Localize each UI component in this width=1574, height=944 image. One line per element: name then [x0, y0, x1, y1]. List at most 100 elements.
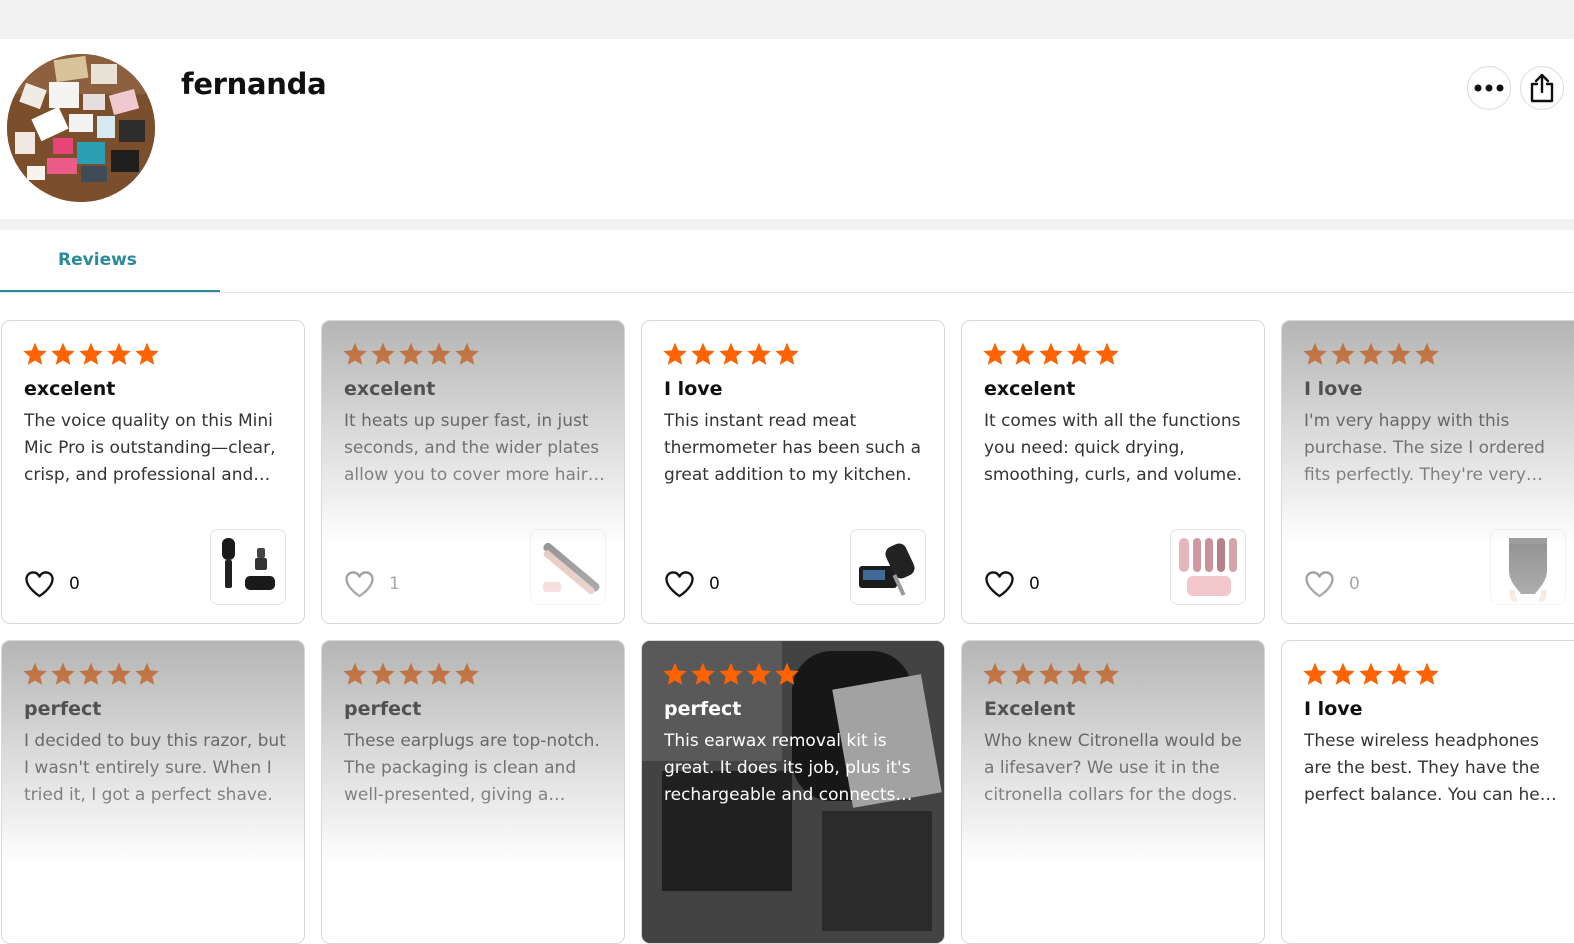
product-thumbnail[interactable] — [850, 529, 926, 605]
star-icon — [371, 662, 395, 685]
heart-icon — [665, 571, 694, 598]
star-icon — [1331, 662, 1355, 685]
heart-icon — [345, 571, 374, 598]
like-count: 0 — [709, 574, 720, 594]
product-thumbnail[interactable] — [530, 529, 606, 605]
star-rating — [22, 661, 160, 687]
review-card[interactable]: perfect This earwax removal kit is great.… — [641, 640, 945, 944]
like-control[interactable]: 0 — [24, 570, 80, 598]
review-card[interactable]: I love These wireless headphones are the … — [1281, 640, 1574, 944]
more-dots-icon — [1474, 84, 1504, 92]
star-icon — [1067, 662, 1091, 685]
flat-iron-thumb — [531, 530, 605, 604]
star-icon — [691, 342, 715, 365]
star-icon — [1387, 342, 1411, 365]
review-card[interactable]: Excelent Who knew Citronella would be a l… — [961, 640, 1265, 944]
product-thumbnail[interactable] — [210, 529, 286, 605]
star-icon — [51, 662, 75, 685]
review-title: I love — [1304, 378, 1363, 400]
star-icon — [1359, 662, 1383, 685]
star-icon — [1011, 342, 1035, 365]
star-icon — [135, 342, 159, 365]
star-icon — [663, 662, 687, 685]
like-control[interactable]: 0 — [1304, 570, 1360, 598]
section-separator — [0, 219, 1574, 230]
star-icon — [1303, 662, 1327, 685]
profile-header: fernanda — [0, 39, 1574, 219]
shapewear-thumb — [1491, 530, 1565, 604]
review-text: This instant read meat thermometer has b… — [664, 411, 922, 485]
star-icon — [1331, 342, 1355, 365]
star-icon — [79, 662, 103, 685]
star-rating — [662, 341, 800, 367]
heart-icon — [1305, 571, 1334, 598]
profile-username: fernanda — [181, 67, 327, 101]
review-text: I decided to buy this razor, but I wasn'… — [24, 731, 286, 805]
share-button[interactable] — [1520, 66, 1564, 110]
star-icon — [455, 662, 479, 685]
review-card[interactable]: I love This instant read meat thermometer… — [641, 320, 945, 624]
more-options-button[interactable] — [1467, 66, 1511, 110]
review-title: excelent — [24, 378, 116, 400]
review-card[interactable]: excelent It heats up super fast, in just … — [321, 320, 625, 624]
review-text: This earwax removal kit is great. It doe… — [664, 731, 911, 805]
like-count: 1 — [389, 574, 400, 594]
review-text: Who knew Citronella would be a lifesaver… — [984, 731, 1242, 805]
star-icon — [1039, 342, 1063, 365]
top-bar — [0, 0, 1574, 39]
star-rating — [662, 661, 800, 687]
review-title: I love — [1304, 698, 1363, 720]
review-title: excelent — [344, 378, 436, 400]
star-icon — [1067, 342, 1091, 365]
star-rating — [1302, 341, 1440, 367]
star-icon — [775, 342, 799, 365]
star-icon — [1011, 662, 1035, 685]
review-title: Excelent — [984, 698, 1076, 720]
avatar[interactable] — [7, 54, 155, 202]
star-icon — [23, 662, 47, 685]
review-text: These wireless headphones are the best. … — [1304, 731, 1558, 805]
like-count: 0 — [69, 574, 80, 594]
star-icon — [663, 342, 687, 365]
like-control[interactable]: 1 — [344, 570, 400, 598]
star-icon — [983, 662, 1007, 685]
review-card[interactable]: excelent The voice quality on this Mini M… — [1, 320, 305, 624]
star-icon — [719, 342, 743, 365]
review-text: These earplugs are top-notch. The packag… — [344, 731, 600, 805]
like-control[interactable]: 0 — [664, 570, 720, 598]
star-icon — [455, 342, 479, 365]
review-title: excelent — [984, 378, 1076, 400]
star-icon — [747, 662, 771, 685]
star-icon — [107, 342, 131, 365]
star-icon — [747, 342, 771, 365]
review-text: It heats up super fast, in just seconds,… — [344, 411, 600, 485]
like-control[interactable]: 0 — [984, 570, 1040, 598]
star-icon — [79, 342, 103, 365]
review-card[interactable]: I love I'm very happy with this purchase.… — [1281, 320, 1574, 624]
profile-tabs: Reviews — [0, 230, 1574, 293]
star-icon — [371, 342, 395, 365]
review-title: perfect — [24, 698, 102, 720]
star-icon — [1039, 662, 1063, 685]
star-icon — [1415, 342, 1439, 365]
star-icon — [107, 662, 131, 685]
product-thumbnail[interactable] — [1170, 529, 1246, 605]
star-icon — [399, 662, 423, 685]
star-icon — [983, 342, 1007, 365]
meat-thermometer-thumb — [851, 530, 925, 604]
review-text: The voice quality on this Mini Mic Pro i… — [24, 411, 276, 485]
star-icon — [719, 662, 743, 685]
review-card[interactable]: perfect These earplugs are top-notch. The… — [321, 640, 625, 944]
product-thumbnail[interactable] — [1490, 529, 1566, 605]
like-count: 0 — [1029, 574, 1040, 594]
tab-reviews[interactable]: Reviews — [0, 230, 220, 292]
star-icon — [343, 662, 367, 685]
review-text: I'm very happy with this purchase. The s… — [1304, 411, 1545, 485]
review-card[interactable]: perfect I decided to buy this razor, but … — [1, 640, 305, 944]
star-rating — [1302, 661, 1440, 687]
star-rating — [342, 661, 480, 687]
star-rating — [342, 341, 480, 367]
review-card[interactable]: excelent It comes with all the functions … — [961, 320, 1265, 624]
review-title: I love — [664, 378, 723, 400]
heart-icon — [25, 571, 54, 598]
